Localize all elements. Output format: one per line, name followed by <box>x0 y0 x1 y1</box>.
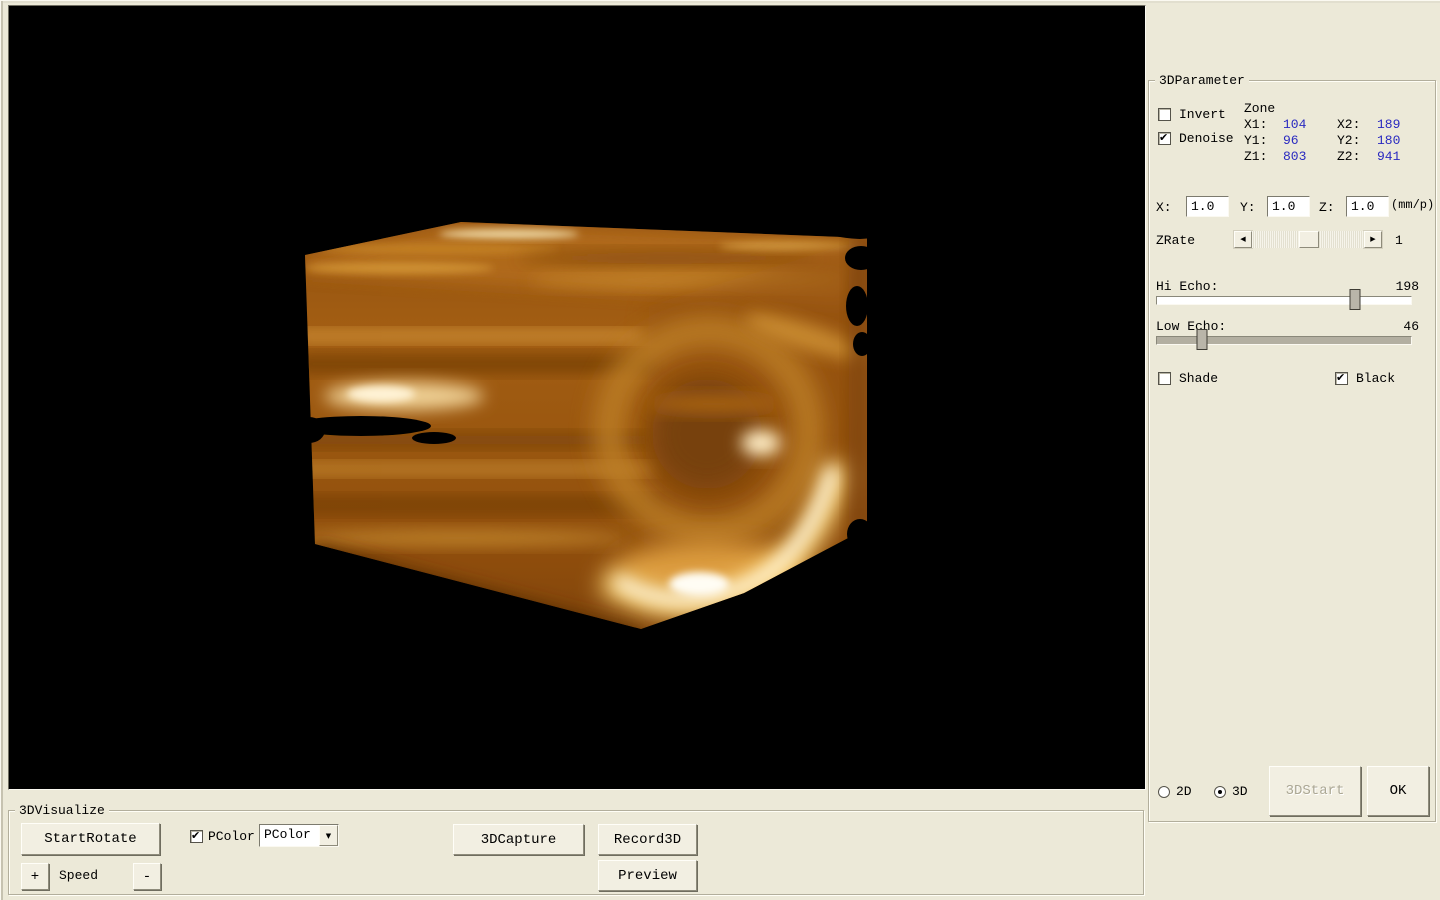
zone-y1-label: Y1: <box>1244 133 1267 148</box>
zone-y2-value: 180 <box>1377 133 1400 148</box>
check-icon: ✔ <box>1159 132 1168 143</box>
parameter-panel-title: 3DParameter <box>1155 73 1249 88</box>
denoise-label: Denoise <box>1179 131 1234 146</box>
zrate-thumb[interactable] <box>1299 231 1319 248</box>
scale-y-label: Y: <box>1240 200 1256 215</box>
preview-button[interactable]: Preview <box>598 860 697 891</box>
mode-3d-label: 3D <box>1232 784 1248 799</box>
mode-2d-label: 2D <box>1176 784 1192 799</box>
low-echo-groove[interactable] <box>1156 336 1412 345</box>
zrate-scrollbar[interactable]: ◀ ▶ <box>1234 231 1382 248</box>
low-echo-slider[interactable] <box>1156 329 1412 351</box>
zone-x1-label: X1: <box>1244 117 1267 132</box>
start-3d-button[interactable]: 3DStart <box>1269 766 1361 816</box>
zone-x2-label: X2: <box>1337 117 1360 132</box>
zone-x1-value: 104 <box>1283 117 1306 132</box>
black-label: Black <box>1356 371 1395 386</box>
invert-label: Invert <box>1179 107 1226 122</box>
shade-label: Shade <box>1179 371 1218 386</box>
zone-z1-value: 803 <box>1283 149 1306 164</box>
mode-2d-radio[interactable] <box>1158 786 1170 798</box>
speed-label: Speed <box>59 868 98 883</box>
pcolor-label: PColor <box>208 829 255 844</box>
chevron-down-icon[interactable]: ▼ <box>319 825 338 846</box>
hi-echo-groove[interactable] <box>1156 296 1412 305</box>
zrate-right-arrow-icon[interactable]: ▶ <box>1364 231 1382 248</box>
visualize-panel-title: 3DVisualize <box>15 803 109 818</box>
zone-y1-value: 96 <box>1283 133 1299 148</box>
zone-z2-value: 941 <box>1377 149 1400 164</box>
hi-echo-slider[interactable] <box>1156 289 1412 311</box>
3d-volume-render <box>9 6 1145 789</box>
speed-minus-button[interactable]: - <box>133 863 161 890</box>
black-checkbox[interactable]: ✔ <box>1335 372 1348 385</box>
zone-y2-label: Y2: <box>1337 133 1360 148</box>
denoise-checkbox[interactable]: ✔ <box>1158 132 1171 145</box>
zrate-left-arrow-icon[interactable]: ◀ <box>1234 231 1252 248</box>
low-echo-thumb[interactable] <box>1197 329 1208 350</box>
scale-z-input[interactable] <box>1346 196 1389 217</box>
shade-checkbox[interactable]: ✔ <box>1158 372 1171 385</box>
render-viewport[interactable] <box>8 5 1146 790</box>
hi-echo-thumb[interactable] <box>1349 289 1360 310</box>
zone-label: Zone <box>1244 101 1275 116</box>
pcolor-dropdown[interactable]: PColor ▼ <box>259 824 339 847</box>
ok-button[interactable]: OK <box>1367 766 1429 816</box>
scale-unit-label: (mm/p) <box>1391 198 1434 212</box>
capture-3d-button[interactable]: 3DCapture <box>453 824 584 855</box>
check-icon: ✔ <box>1336 372 1345 383</box>
zrate-label: ZRate <box>1156 233 1195 248</box>
mode-3d-radio[interactable] <box>1214 786 1226 798</box>
check-icon: ✔ <box>191 830 200 841</box>
record-3d-button[interactable]: Record3D <box>598 824 697 855</box>
pcolor-dropdown-value: PColor <box>260 825 319 846</box>
zone-z2-label: Z2: <box>1337 149 1360 164</box>
zrate-track[interactable] <box>1252 231 1364 248</box>
scale-z-label: Z: <box>1319 200 1335 215</box>
scale-x-input[interactable] <box>1186 196 1229 217</box>
pcolor-checkbox[interactable]: ✔ <box>190 830 203 843</box>
scale-y-input[interactable] <box>1267 196 1310 217</box>
zone-x2-value: 189 <box>1377 117 1400 132</box>
parameter-panel: 3DParameter ✔ Invert ✔ Denoise Zone X1: … <box>1148 80 1436 822</box>
zone-z1-label: Z1: <box>1244 149 1267 164</box>
zrate-value: 1 <box>1395 233 1403 248</box>
radio-dot-icon <box>1218 790 1222 794</box>
invert-checkbox[interactable]: ✔ <box>1158 108 1171 121</box>
speed-plus-button[interactable]: + <box>21 863 49 890</box>
scale-x-label: X: <box>1156 200 1172 215</box>
visualize-panel: 3DVisualize StartRotate + Speed - ✔ PCol… <box>8 810 1144 895</box>
start-rotate-button[interactable]: StartRotate <box>21 823 160 855</box>
application-window: { "window": { "background": "#ece9d8" },… <box>0 0 1440 900</box>
